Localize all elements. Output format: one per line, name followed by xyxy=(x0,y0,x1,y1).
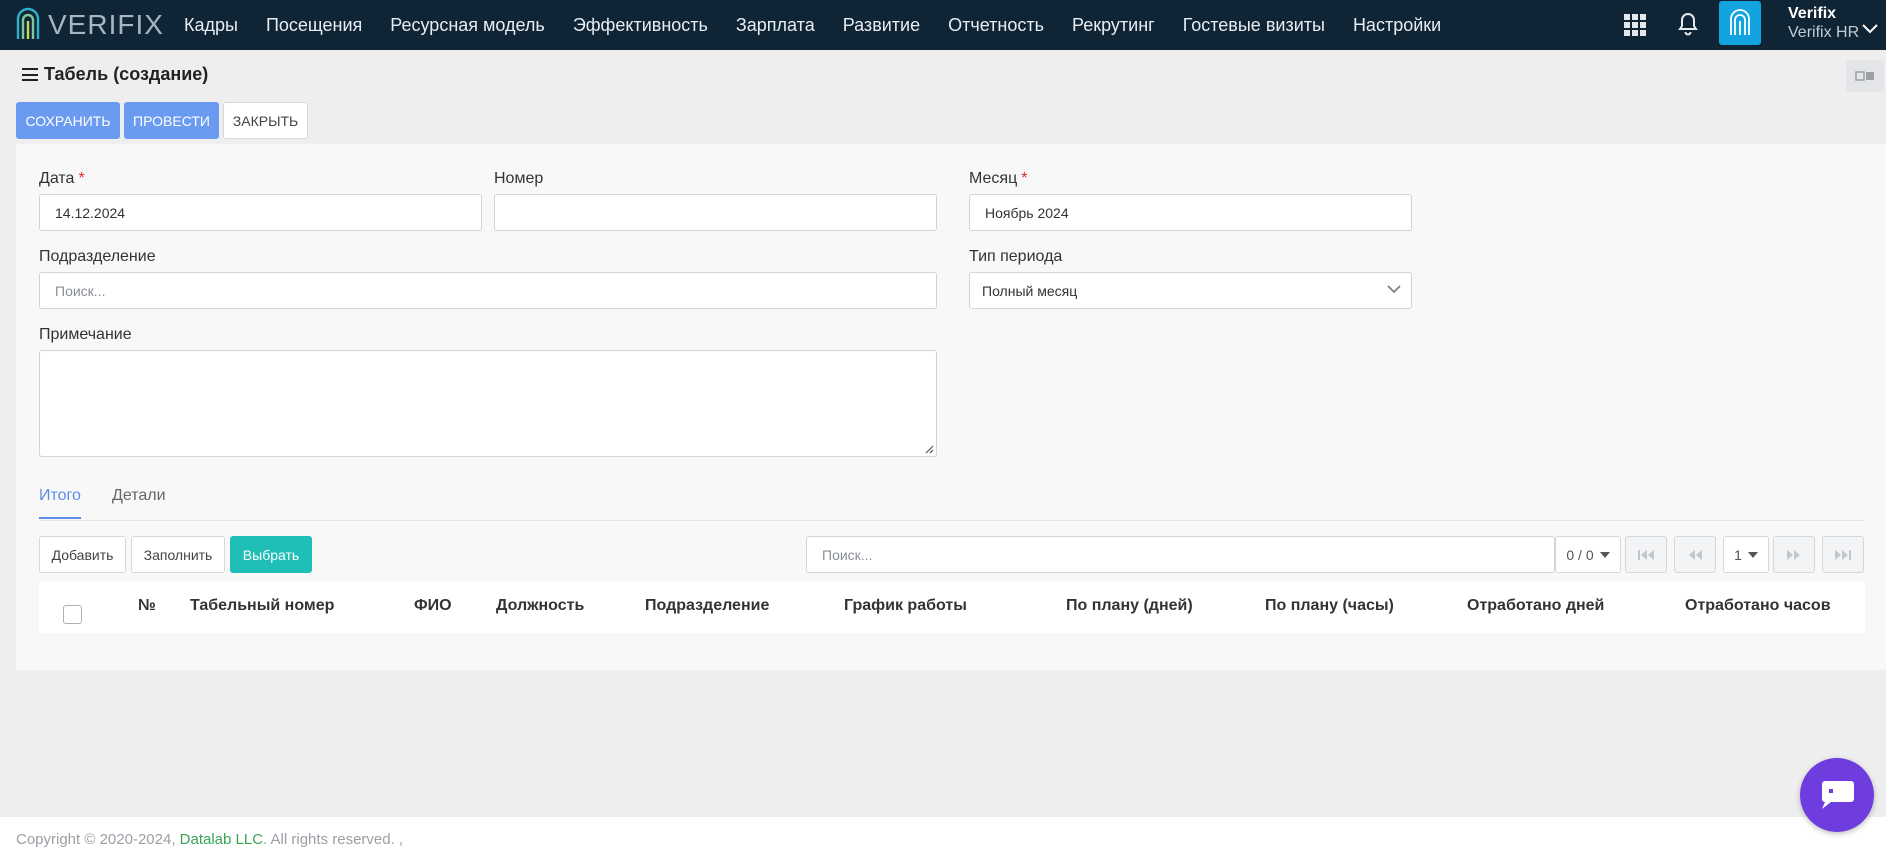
nav-item-resursnaya-model[interactable]: Ресурсная модель xyxy=(376,0,559,50)
nav-item-poseshcheniya[interactable]: Посещения xyxy=(252,0,376,50)
column-header-plan-days[interactable]: По плану (дней) xyxy=(1066,597,1193,615)
save-button[interactable]: СОХРАНИТЬ xyxy=(16,102,120,139)
first-page-icon xyxy=(1638,549,1654,560)
apps-grid-icon[interactable] xyxy=(1624,14,1646,36)
prev-page-button[interactable] xyxy=(1674,536,1716,573)
column-header-position[interactable]: Должность xyxy=(496,597,584,615)
next-page-button[interactable] xyxy=(1773,536,1815,573)
close-button[interactable]: ЗАКРЫТЬ xyxy=(223,102,308,139)
date-label: Дата * xyxy=(39,170,85,187)
period-type-value: Полный месяц xyxy=(982,282,1078,299)
column-header-worked-hours[interactable]: Отработано часов xyxy=(1685,597,1831,615)
chevron-down-icon xyxy=(1387,285,1401,294)
date-input[interactable]: 14.12.2024 xyxy=(39,194,482,231)
tab-detali[interactable]: Детали xyxy=(112,487,166,517)
company-link[interactable]: Datalab LLC xyxy=(180,831,263,848)
table-search-input[interactable]: Поиск... xyxy=(806,536,1555,573)
division-label: Подразделение xyxy=(39,248,156,265)
user-org: Verifix HR xyxy=(1788,24,1860,41)
footer: Copyright © 2020-2024, Datalab LLC. All … xyxy=(0,817,1886,859)
month-input[interactable]: Ноябрь 2024 xyxy=(969,194,1412,231)
first-page-button[interactable] xyxy=(1625,536,1667,573)
column-header-fio[interactable]: ФИО xyxy=(414,597,452,615)
add-button[interactable]: Добавить xyxy=(39,536,126,573)
chat-button[interactable] xyxy=(1800,758,1874,832)
chevron-down-icon[interactable] xyxy=(1862,24,1878,34)
page-title: Табель (создание) xyxy=(44,64,209,84)
nav-item-razvitie[interactable]: Развитие xyxy=(829,0,934,50)
nav-item-effektivnost[interactable]: Эффективность xyxy=(559,0,722,50)
nav-item-gostevye-vizity[interactable]: Гостевые визиты xyxy=(1169,0,1339,50)
fill-button[interactable]: Заполнить xyxy=(131,536,225,573)
logo-text: VERIFIX xyxy=(48,9,164,40)
period-type-label: Тип периода xyxy=(969,248,1063,265)
chat-bubble-icon xyxy=(1822,781,1854,809)
main-menu: Кадры Посещения Ресурсная модель Эффекти… xyxy=(170,0,1455,50)
nav-item-otchetnost[interactable]: Отчетность xyxy=(934,0,1058,50)
row-count-value: 0 / 0 xyxy=(1566,546,1594,563)
nav-item-zarplata[interactable]: Зарплата xyxy=(722,0,829,50)
bell-icon[interactable] xyxy=(1676,11,1700,37)
verifix-logo[interactable]: VERIFIX xyxy=(14,4,164,46)
nav-item-nastroyki[interactable]: Настройки xyxy=(1339,0,1455,50)
column-header-plan-hours[interactable]: По плану (часы) xyxy=(1265,597,1394,615)
caret-down-icon xyxy=(1747,551,1758,558)
toggle-panel-button[interactable] xyxy=(1846,60,1884,92)
resize-handle-icon[interactable] xyxy=(925,445,934,454)
tabs: Итого Детали xyxy=(39,481,1865,521)
copyright-text: Copyright © 2020-2024, Datalab LLC. All … xyxy=(16,831,404,848)
required-mark: * xyxy=(78,170,85,187)
period-type-select[interactable]: Полный месяц xyxy=(969,272,1412,309)
page-header: Табель (создание) xyxy=(22,64,208,85)
column-header-worked-days[interactable]: Отработано дней xyxy=(1467,597,1604,615)
tab-itogo[interactable]: Итого xyxy=(39,487,81,519)
month-label: Месяц * xyxy=(969,170,1028,187)
nav-item-rekruting[interactable]: Рекрутинг xyxy=(1058,0,1169,50)
page-number-dropdown[interactable]: 1 xyxy=(1723,536,1769,573)
column-header-number[interactable]: № xyxy=(138,597,156,615)
column-header-tabel-number[interactable]: Табельный номер xyxy=(190,597,334,615)
last-page-icon xyxy=(1835,549,1851,560)
column-header-schedule[interactable]: График работы xyxy=(844,597,967,615)
select-button[interactable]: Выбрать xyxy=(230,536,312,573)
number-input[interactable] xyxy=(494,194,937,231)
user-name: Verifix xyxy=(1788,5,1837,22)
note-textarea[interactable] xyxy=(39,350,937,457)
caret-down-icon xyxy=(1599,551,1610,558)
panel-toggle-icon xyxy=(1855,71,1874,81)
last-page-button[interactable] xyxy=(1822,536,1864,573)
division-search-input[interactable]: Поиск... xyxy=(39,272,937,309)
fingerprint-icon xyxy=(1730,9,1750,35)
avatar[interactable] xyxy=(1719,1,1761,45)
top-navbar: VERIFIX Кадры Посещения Ресурсная модель… xyxy=(0,0,1886,50)
note-label: Примечание xyxy=(39,326,132,343)
number-label: Номер xyxy=(494,170,544,187)
post-button[interactable]: ПРОВЕСТИ xyxy=(124,102,219,139)
prev-page-icon xyxy=(1689,549,1702,560)
fingerprint-logo-icon xyxy=(16,7,40,39)
hamburger-icon[interactable] xyxy=(22,68,38,81)
required-mark: * xyxy=(1021,170,1028,187)
table-header: № Табельный номер ФИО Должность Подразде… xyxy=(39,581,1865,633)
nav-item-kadry[interactable]: Кадры xyxy=(170,0,252,50)
select-all-checkbox[interactable] xyxy=(63,605,82,624)
next-page-icon xyxy=(1787,549,1800,560)
user-menu[interactable]: Verifix Verifix HR xyxy=(1788,4,1859,42)
page-number-value: 1 xyxy=(1734,546,1742,563)
column-header-division[interactable]: Подразделение xyxy=(645,597,769,615)
row-count-dropdown[interactable]: 0 / 0 xyxy=(1555,536,1621,573)
